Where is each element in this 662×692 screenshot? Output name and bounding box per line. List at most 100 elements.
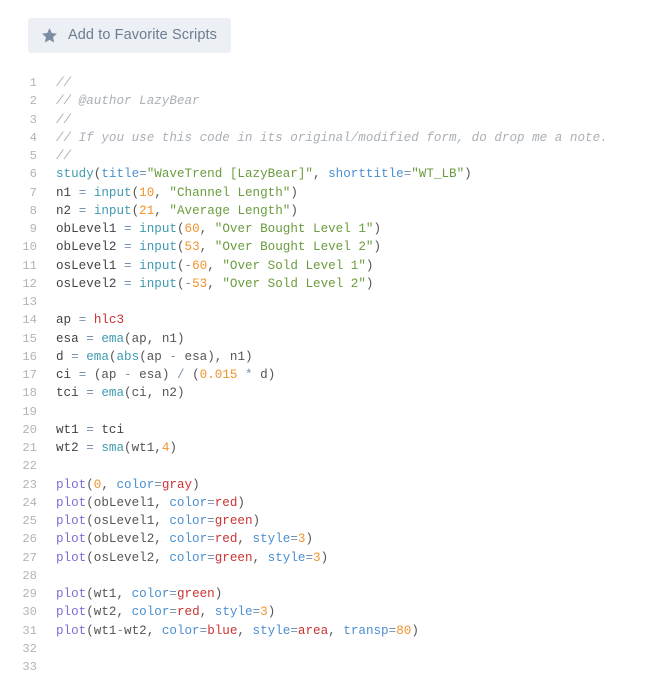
token-var: tci xyxy=(101,422,125,437)
code-line-content[interactable]: plot(obLevel1, color=red) xyxy=(37,494,662,512)
code-line-content[interactable]: plot(0, color=gray) xyxy=(37,476,662,494)
token-param: transp xyxy=(343,623,389,638)
code-line-content[interactable]: wt1 = tci xyxy=(37,421,662,439)
token-param: title xyxy=(101,167,140,182)
token-pn: (wt1 xyxy=(86,623,117,638)
code-line-content[interactable]: n2 = input(21, "Average Length") xyxy=(37,202,662,220)
token-str: "Over Bought Level 1" xyxy=(214,222,374,236)
code-line: 2 // @author LazyBear xyxy=(14,92,662,110)
line-number: 15 xyxy=(22,331,37,346)
token-param: color xyxy=(169,550,208,565)
token-pn: , xyxy=(207,258,223,273)
code-line-content[interactable]: plot(obLevel2, color=red, style=3) xyxy=(37,530,662,548)
code-line-content[interactable]: obLevel1 = input(60, "Over Bought Level … xyxy=(37,220,662,238)
token-num: 10 xyxy=(139,185,155,200)
token-fn: input xyxy=(139,240,177,255)
code-line-content[interactable]: // xyxy=(37,74,662,92)
token-op: - xyxy=(116,623,125,638)
code-line-content[interactable]: // @author LazyBear xyxy=(37,92,662,110)
code-line-content[interactable]: n1 = input(10, "Channel Length") xyxy=(37,184,662,202)
code-line: 20 wt1 = tci xyxy=(14,421,662,439)
line-number: 14 xyxy=(22,313,37,328)
code-editor[interactable]: 1 // 2 // @author LazyBear 3 // 4 // If you use… xyxy=(0,74,662,676)
token-pn: (ap xyxy=(93,368,125,382)
token-var: wt2 xyxy=(56,441,87,455)
token-kw: green xyxy=(214,514,253,528)
token-op: = xyxy=(207,550,215,565)
code-line-content[interactable]: osLevel1 = input(-60, "Over Sold Level 1… xyxy=(37,257,662,275)
token-pn: ) xyxy=(252,514,261,528)
token-op: - xyxy=(184,276,193,291)
token-plot: plot xyxy=(56,532,87,547)
token-num: 21 xyxy=(139,203,155,218)
token-plot: plot xyxy=(56,477,87,492)
code-line: 23 plot(0, color=gray) xyxy=(14,476,662,494)
token-com: // xyxy=(56,112,72,127)
code-line: 21 wt2 = sma(wt1,4) xyxy=(14,439,662,457)
token-num: 3 xyxy=(260,605,268,620)
token-var: wt1 xyxy=(56,422,87,437)
token-var: obLevel2 xyxy=(56,240,125,255)
token-fn: input xyxy=(139,276,177,291)
code-line: 18 tci = ema(ci, n2) xyxy=(14,384,662,402)
add-to-favorite-scripts-button[interactable]: Add to Favorite Scripts xyxy=(28,18,231,53)
code-line-content[interactable]: ci = (ap - esa) / (0.015 * d) xyxy=(37,366,662,384)
code-line-content[interactable]: esa = ema(ap, n1) xyxy=(37,330,662,348)
token-fn: input xyxy=(139,258,177,273)
code-line-content[interactable]: plot(osLevel2, color=green, style=3) xyxy=(37,549,662,567)
line-number: 22 xyxy=(22,459,37,474)
code-line-content[interactable]: // If you use this code in its original/… xyxy=(37,129,662,147)
code-line: 7 n1 = input(10, "Channel Length") xyxy=(14,184,662,202)
code-line: 9 obLevel1 = input(60, "Over Bought Level… xyxy=(14,220,662,238)
token-pn: (ci, n2) xyxy=(124,386,185,401)
code-line-content[interactable]: tci = ema(ci, n2) xyxy=(37,384,662,402)
code-line-content[interactable]: plot(wt1-wt2, color=blue, style=area, tr… xyxy=(37,622,662,640)
token-pn: , xyxy=(312,167,329,182)
token-pn: , xyxy=(199,605,215,620)
token-pn: , xyxy=(199,222,215,236)
token-pn: ) xyxy=(237,495,245,510)
token-plot: plot xyxy=(56,514,87,528)
line-number: 24 xyxy=(22,495,37,510)
token-pn: ) xyxy=(169,441,177,455)
code-line-content[interactable]: ap = hlc3 xyxy=(37,311,662,329)
line-number: 25 xyxy=(22,514,37,528)
code-line: 25 plot(osLevel1, color=green) xyxy=(14,512,662,530)
token-kw: red xyxy=(176,605,200,620)
token-op: = xyxy=(78,203,94,218)
token-fn: abs xyxy=(116,349,140,364)
token-var: d xyxy=(56,349,72,364)
token-op: = xyxy=(78,185,94,200)
code-line-content[interactable]: wt2 = sma(wt1,4) xyxy=(37,439,662,457)
token-op: = xyxy=(139,167,147,182)
token-fn: input xyxy=(93,203,132,218)
code-line-content[interactable]: plot(wt1, color=green) xyxy=(37,585,662,603)
token-op: = xyxy=(86,441,102,455)
code-line-content[interactable]: obLevel2 = input(53, "Over Bought Level … xyxy=(37,238,662,256)
token-num: 53 xyxy=(192,276,208,291)
token-op: = xyxy=(154,477,162,492)
code-line-content[interactable]: // xyxy=(37,111,662,129)
token-pn: esa) xyxy=(139,368,177,382)
line-number: 20 xyxy=(22,422,37,437)
line-number: 12 xyxy=(22,276,37,291)
line-number: 21 xyxy=(22,441,37,455)
token-pn: ) xyxy=(214,587,223,601)
code-line-content[interactable]: d = ema(abs(ap - esa), n1) xyxy=(37,348,662,366)
code-line: 29 plot(wt1, color=green) xyxy=(14,585,662,603)
token-op: = xyxy=(124,258,140,273)
line-number: 5 xyxy=(29,149,37,163)
token-op: * xyxy=(237,368,261,382)
token-com: // xyxy=(56,149,72,163)
token-pn: ) xyxy=(267,605,276,620)
code-line-content[interactable]: plot(osLevel1, color=green) xyxy=(37,512,662,530)
code-line-content[interactable]: // xyxy=(37,147,662,165)
token-op: = xyxy=(124,240,140,255)
token-var: n2 xyxy=(56,203,79,218)
code-line-content[interactable]: osLevel2 = input(-53, "Over Sold Level 2… xyxy=(37,275,662,293)
token-op: = xyxy=(207,514,215,528)
code-line-content[interactable]: study(title="WaveTrend [LazyBear]", shor… xyxy=(37,165,662,183)
token-param: style xyxy=(252,532,291,547)
code-line-content[interactable]: plot(wt2, color=red, style=3) xyxy=(37,603,662,621)
code-line: 6 study(title="WaveTrend [LazyBear]", sho… xyxy=(14,165,662,183)
